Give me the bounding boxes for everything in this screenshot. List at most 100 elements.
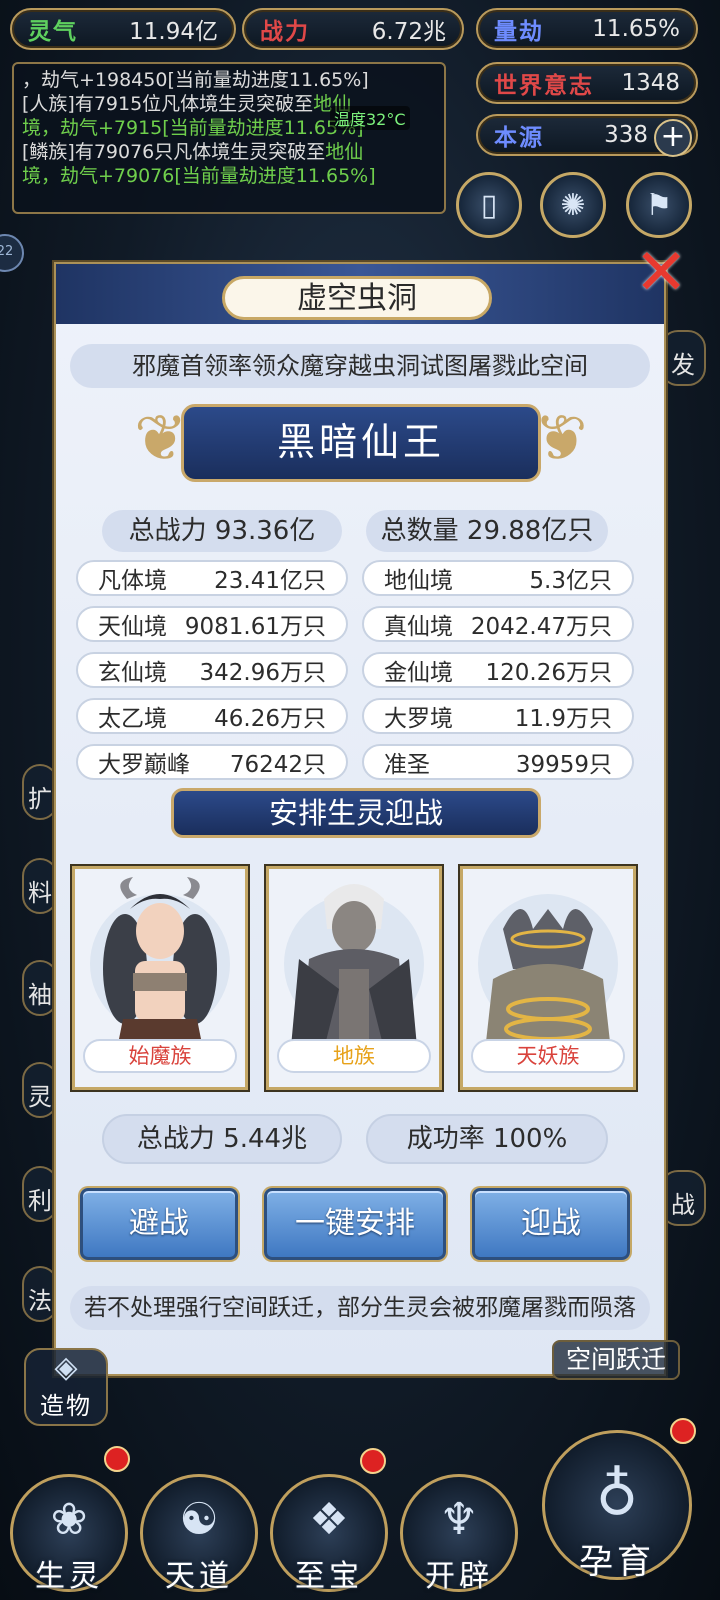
log-text: 境，劫气+79076[当前量劫进度11.65%]	[22, 165, 376, 187]
left-wing-ornament: ❦	[134, 402, 188, 476]
add-benyuan-button[interactable]: +	[654, 119, 692, 157]
log-line: [鳞族]有79076只凡体境生灵突破至地仙 境，劫气+79076[当前量劫进度1…	[22, 140, 436, 188]
resource-zhanli: 战力 6.72兆	[242, 8, 464, 50]
auto-arrange-button[interactable]: 一键安排	[264, 1188, 446, 1260]
stat-row: 大罗境 11.9万只	[362, 698, 634, 734]
kaipi-icon: ♆	[439, 1494, 479, 1545]
race-label: 始魔族	[83, 1039, 237, 1073]
side-button-right-1[interactable]: 发	[660, 330, 706, 386]
notification-dot	[670, 1418, 696, 1444]
lingqi-value: 11.94亿	[129, 19, 218, 45]
race-label: 地族	[277, 1039, 431, 1073]
nav-shengling[interactable]: ❀ 生灵	[10, 1474, 128, 1594]
stat-realm: 凡体境	[98, 568, 167, 594]
stat-count: 342.96万只	[199, 660, 326, 686]
race-card-shimo[interactable]: 始魔族	[72, 866, 248, 1090]
stat-count: 76242只	[229, 752, 326, 778]
benyuan-label: 本源	[494, 125, 544, 151]
our-total-power: 总战力 5.44兆	[102, 1114, 342, 1164]
void-wormhole-dialog: 虚空虫洞 ✕ 邪魔首领率领众魔穿越虫洞试图屠戮此空间 ❦ 黑暗仙王 ❦ 总战力 …	[54, 236, 688, 1376]
nav-label: 孕育	[579, 1542, 655, 1582]
nav-label: 天道	[165, 1559, 233, 1594]
create-icon: ◈	[54, 1350, 78, 1385]
stat-row: 大罗巅峰 76242只	[76, 744, 348, 780]
event-log[interactable]: ，劫气+198450[当前量劫进度11.65%] [人族]有7915位凡体境生灵…	[12, 62, 446, 214]
resource-benyuan: 本源 338 +	[476, 114, 698, 157]
stat-row: 金仙境 120.26万只	[362, 652, 634, 688]
side-button-6[interactable]: 法	[22, 1266, 58, 1322]
side-button-4[interactable]: 灵	[22, 1062, 58, 1118]
stat-row: 地仙境 5.3亿只	[362, 560, 634, 596]
side-button-1[interactable]: 扩	[22, 764, 58, 820]
resource-lingqi: 灵气 11.94亿	[10, 8, 236, 50]
race-card-tianyao[interactable]: 天妖族	[460, 866, 636, 1090]
resource-liangjie[interactable]: 量劫 11.65%	[476, 8, 698, 50]
avoid-battle-button[interactable]: 避战	[80, 1188, 238, 1260]
temperature-overlay: 温度32°C	[330, 106, 410, 130]
stat-count: 9081.61万只	[184, 614, 326, 640]
log-realm: 地仙	[325, 141, 364, 163]
nav-yunyu[interactable]: ♁ 孕育	[542, 1430, 692, 1582]
arrange-title: 安排生灵迎战	[171, 788, 541, 838]
stat-count: 11.9万只	[514, 706, 612, 732]
zhanli-label: 战力	[260, 19, 310, 45]
scroll-icon: ▯	[480, 187, 498, 223]
close-icon: ✕	[634, 236, 688, 310]
yunyu-icon: ♁	[595, 1460, 639, 1528]
stat-count: 23.41亿只	[214, 568, 326, 594]
zhanli-value: 6.72兆	[371, 19, 446, 45]
boss-name: 黑暗仙王	[181, 404, 541, 482]
lingqi-label: 灵气	[28, 19, 78, 45]
vortex-button[interactable]: ✺	[540, 172, 606, 238]
stat-count: 120.26万只	[485, 660, 612, 686]
resource-world-will[interactable]: 世界意志 1348	[476, 62, 698, 104]
nav-kaipi[interactable]: ♆ 开辟	[400, 1474, 518, 1594]
jump-warning: 若不处理强行空间跃迁，部分生灵会被邪魔屠戮而陨落	[70, 1286, 650, 1330]
stat-realm: 金仙境	[384, 660, 453, 686]
fight-button[interactable]: 迎战	[472, 1188, 630, 1260]
world-will-value: 1348	[621, 70, 680, 96]
create-label: 造物	[40, 1392, 92, 1420]
notification-dot	[360, 1448, 386, 1474]
flag-icon: ⚑	[645, 187, 673, 223]
close-button[interactable]: ✕	[634, 236, 688, 310]
stat-row: 天仙境 9081.61万只	[76, 606, 348, 642]
stat-count: 5.3亿只	[529, 568, 612, 594]
stat-count: 39959只	[515, 752, 612, 778]
nav-tiandao[interactable]: ☯ 天道	[140, 1474, 258, 1594]
stat-realm: 真仙境	[384, 614, 453, 640]
log-text: ，劫气+198450[当前量劫进度11.65%]	[22, 69, 369, 91]
log-text: 境，劫气+7915[当前量劫进度11.65%]	[22, 117, 364, 139]
create-button[interactable]: ◈ 造物	[24, 1348, 108, 1426]
vortex-icon: ✺	[560, 187, 586, 223]
side-button-right-2[interactable]: 战	[660, 1170, 706, 1226]
dialog-description: 邪魔首领率领众魔穿越虫洞试图屠戮此空间	[70, 344, 650, 388]
stat-realm: 地仙境	[384, 568, 453, 594]
enemy-total-count: 总数量 29.88亿只	[366, 510, 608, 552]
stat-realm: 太乙境	[98, 706, 167, 732]
nav-label: 开辟	[425, 1559, 493, 1594]
race-card-di[interactable]: 地族	[266, 866, 442, 1090]
shengling-icon: ❀	[50, 1494, 88, 1545]
side-button-5[interactable]: 利	[22, 1166, 58, 1222]
side-button-3[interactable]: 袖	[22, 960, 58, 1016]
stat-realm: 天仙境	[98, 614, 167, 640]
side-button-2[interactable]: 料	[22, 858, 58, 914]
right-wing-ornament: ❦	[534, 402, 588, 476]
log-text: [鳞族]有79076只凡体境生灵突破至	[22, 141, 326, 163]
tiandao-icon: ☯	[179, 1494, 219, 1545]
space-jump-button[interactable]: 空间跃迁	[552, 1340, 680, 1380]
stat-row: 太乙境 46.26万只	[76, 698, 348, 734]
scroll-button[interactable]: ▯	[456, 172, 522, 238]
nav-zhibao[interactable]: ❖ 至宝	[270, 1474, 388, 1594]
race-label: 天妖族	[471, 1039, 625, 1073]
stat-realm: 玄仙境	[98, 660, 167, 686]
liangjie-value: 11.65%	[592, 16, 680, 42]
stat-realm: 大罗境	[384, 706, 453, 732]
nav-label: 生灵	[35, 1559, 103, 1594]
zhibao-icon: ❖	[309, 1494, 349, 1545]
side-badge[interactable]: 22	[0, 234, 24, 272]
flag-button[interactable]: ⚑	[626, 172, 692, 238]
world-will-label: 世界意志	[494, 73, 594, 99]
notification-dot	[104, 1446, 130, 1472]
